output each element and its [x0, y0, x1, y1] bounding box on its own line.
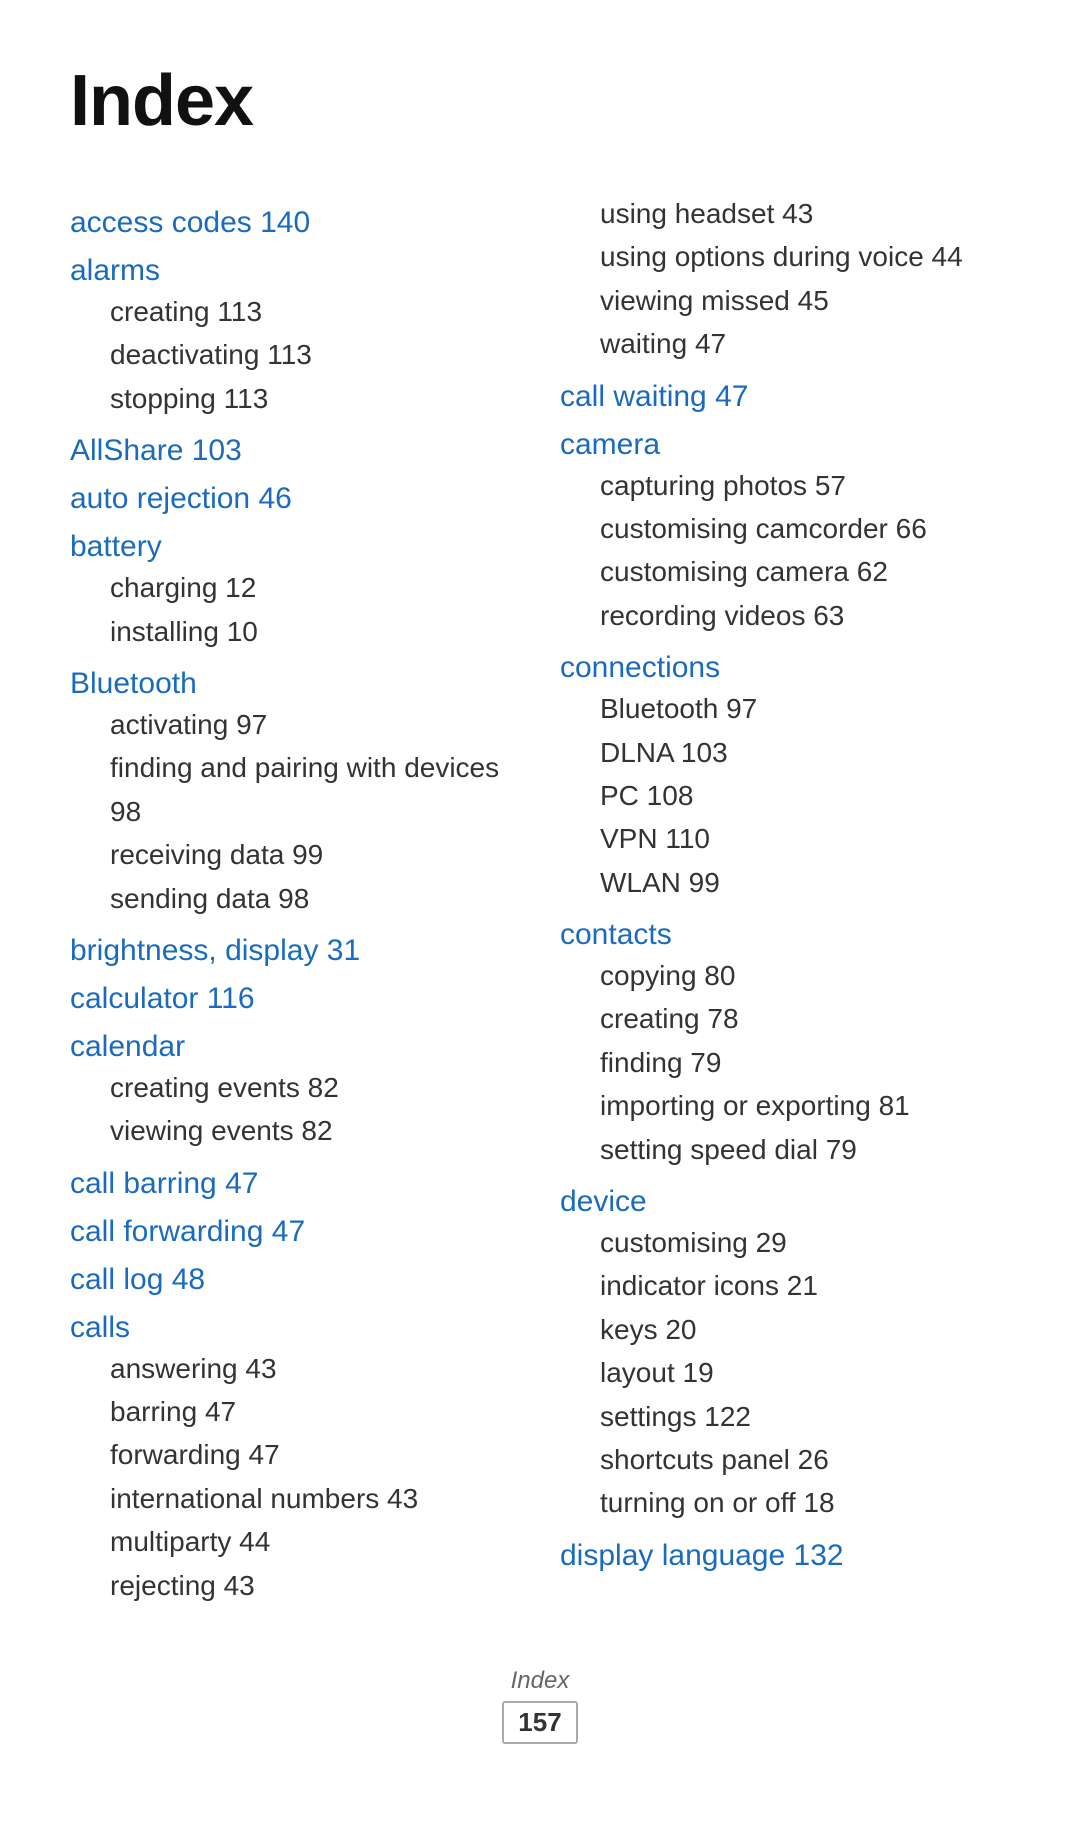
index-subitem: PC 108	[560, 774, 1010, 817]
index-heading: connections	[560, 651, 1010, 685]
index-subitem: customising camcorder 66	[560, 507, 1010, 550]
index-subitem: customising 29	[560, 1221, 1010, 1264]
index-subitem: finding and pairing with devices 98	[70, 746, 520, 833]
index-subitem: keys 20	[560, 1308, 1010, 1351]
index-subitem: capturing photos 57	[560, 464, 1010, 507]
index-heading: display language 132	[560, 1539, 1010, 1573]
index-subitem: VPN 110	[560, 817, 1010, 860]
index-subitem: Bluetooth 97	[560, 687, 1010, 730]
index-subitem: WLAN 99	[560, 861, 1010, 904]
index-heading: calls	[70, 1311, 520, 1345]
index-subitem: shortcuts panel 26	[560, 1438, 1010, 1481]
index-content: access codes 140 alarmscreating 113deacti…	[70, 192, 1010, 1607]
index-subitem: turning on or off 18	[560, 1481, 1010, 1524]
index-subitem: charging 12	[70, 566, 520, 609]
index-subitem: international numbers 43	[70, 1477, 520, 1520]
index-subitem: using headset 43	[560, 192, 1010, 235]
index-subitem: viewing missed 45	[560, 279, 1010, 322]
index-heading: call barring 47	[70, 1167, 520, 1201]
index-subitem: recording videos 63	[560, 594, 1010, 637]
index-heading: calendar	[70, 1030, 520, 1064]
index-subitem: viewing events 82	[70, 1109, 520, 1152]
index-heading: call waiting 47	[560, 380, 1010, 414]
index-subitem: installing 10	[70, 610, 520, 653]
footer-page-number: 157	[502, 1701, 577, 1744]
index-subitem: barring 47	[70, 1390, 520, 1433]
index-heading: AllShare 103	[70, 434, 520, 468]
index-heading: access codes 140	[70, 206, 520, 240]
index-subitem: creating 78	[560, 997, 1010, 1040]
index-heading: Bluetooth	[70, 667, 520, 701]
footer: Index 157	[70, 1667, 1010, 1744]
index-subitem: importing or exporting 81	[560, 1084, 1010, 1127]
right-column: using headset 43using options during voi…	[550, 192, 1010, 1607]
left-column: access codes 140 alarmscreating 113deacti…	[70, 192, 550, 1607]
index-subitem: stopping 113	[70, 377, 520, 420]
index-subitem: forwarding 47	[70, 1433, 520, 1476]
index-heading: contacts	[560, 918, 1010, 952]
index-subitem: using options during voice 44	[560, 235, 1010, 278]
index-subitem: setting speed dial 79	[560, 1128, 1010, 1171]
index-heading: alarms	[70, 254, 520, 288]
index-subitem: deactivating 113	[70, 333, 520, 376]
index-heading: call forwarding 47	[70, 1215, 520, 1249]
index-subitem: customising camera 62	[560, 550, 1010, 593]
index-heading: call log 48	[70, 1263, 520, 1297]
page-title: Index	[70, 60, 1010, 142]
index-subitem: finding 79	[560, 1041, 1010, 1084]
index-subitem: activating 97	[70, 703, 520, 746]
footer-label: Index	[70, 1667, 1010, 1695]
index-subitem: receiving data 99	[70, 833, 520, 876]
index-heading: brightness, display 31	[70, 934, 520, 968]
index-subitem: DLNA 103	[560, 731, 1010, 774]
index-subitem: waiting 47	[560, 322, 1010, 365]
index-subitem: answering 43	[70, 1347, 520, 1390]
index-heading: device	[560, 1185, 1010, 1219]
index-subitem: rejecting 43	[70, 1564, 520, 1607]
index-subitem: multiparty 44	[70, 1520, 520, 1563]
index-heading: calculator 116	[70, 982, 520, 1016]
index-heading: auto rejection 46	[70, 482, 520, 516]
index-subitem: copying 80	[560, 954, 1010, 997]
index-subitem: layout 19	[560, 1351, 1010, 1394]
index-subitem: sending data 98	[70, 877, 520, 920]
index-subitem: creating events 82	[70, 1066, 520, 1109]
index-heading: battery	[70, 530, 520, 564]
index-subitem: indicator icons 21	[560, 1264, 1010, 1307]
index-subitem: settings 122	[560, 1395, 1010, 1438]
index-subitem: creating 113	[70, 290, 520, 333]
index-heading: camera	[560, 428, 1010, 462]
